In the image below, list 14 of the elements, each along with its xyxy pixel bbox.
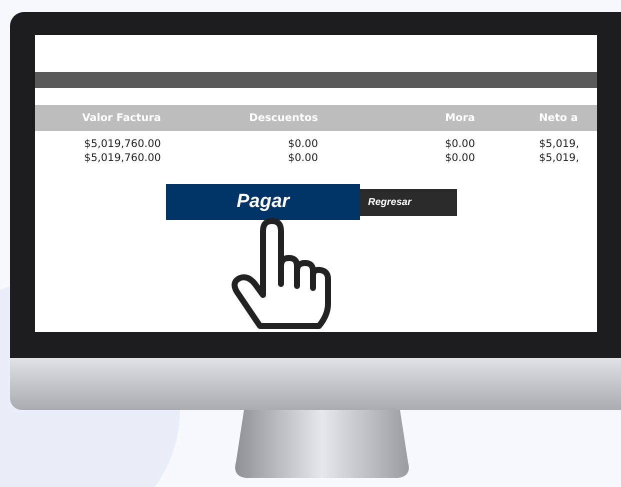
pay-button[interactable]: Pagar [166, 184, 360, 220]
column-header: Mora [444, 111, 476, 126]
table-cell-text: $0.00 [286, 137, 319, 151]
column-header: Descuentos [248, 111, 319, 126]
column-header: Valor Factura [81, 111, 162, 126]
table-cell-text: $5,019,760.00 [83, 151, 162, 165]
table-cell-text: $0.00 [286, 151, 319, 165]
table-cell-text: $0.00 [444, 151, 476, 165]
table-cell-text: $5,019,760.00 [83, 137, 162, 151]
table-cell-text: $5,019, [538, 151, 580, 165]
table-cell-text: $5,019, [538, 137, 580, 151]
column-header: Neto a [538, 111, 579, 126]
table-cell-text: $0.00 [444, 137, 476, 151]
back-button[interactable]: Regresar [360, 188, 457, 216]
